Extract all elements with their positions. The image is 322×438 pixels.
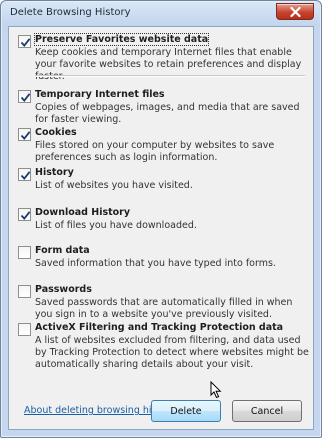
history-checkbox[interactable] (18, 168, 31, 181)
delete-button-label: Delete (170, 405, 202, 417)
separator (35, 75, 305, 77)
checkmark-icon (20, 38, 31, 47)
cancel-button-label: Cancel (250, 405, 284, 417)
activex-filtering-label[interactable]: ActiveX Filtering and Tracking Protectio… (35, 322, 283, 333)
checkmark-icon (20, 211, 31, 220)
form-data-label[interactable]: Form data (35, 245, 90, 256)
preserve-favorites-checkbox[interactable] (18, 35, 31, 48)
title-bar: Delete Browsing History (2, 2, 320, 26)
download-history-description: List of files you have downloaded. (35, 220, 197, 231)
form-data-checkbox[interactable] (18, 246, 31, 259)
temporary-internet-files-description: Copies of webpages, images, and media th… (35, 102, 300, 125)
mouse-pointer-icon (210, 380, 223, 402)
dialog-title: Delete Browsing History (10, 7, 131, 18)
activex-filtering-description: A list of websites excluded from filteri… (35, 335, 309, 370)
download-history-label[interactable]: Download History (35, 207, 130, 218)
checkmark-icon (20, 131, 31, 140)
checkmark-icon (20, 93, 31, 102)
checkmark-icon (20, 171, 31, 180)
cancel-button[interactable]: Cancel (232, 400, 302, 422)
form-data-description: Saved information that you have typed in… (35, 258, 276, 269)
temporary-internet-files-label[interactable]: Temporary Internet files (35, 89, 165, 100)
preserve-favorites-label[interactable]: Preserve Favorites website data (33, 33, 210, 46)
close-icon (289, 6, 301, 17)
temporary-internet-files-checkbox[interactable] (18, 90, 31, 103)
passwords-checkbox[interactable] (18, 285, 31, 298)
download-history-checkbox[interactable] (18, 208, 31, 221)
passwords-description: Saved passwords that are automatically f… (35, 297, 293, 320)
preserve-favorites-description: Keep cookies and temporary Internet file… (35, 47, 302, 82)
history-label[interactable]: History (35, 167, 74, 178)
cookies-label[interactable]: Cookies (35, 127, 77, 138)
dialog-body: Preserve Favorites website data Keep coo… (8, 26, 314, 430)
delete-button[interactable]: Delete (151, 400, 221, 422)
close-button[interactable] (276, 3, 314, 20)
activex-filtering-checkbox[interactable] (18, 323, 31, 336)
history-description: List of websites you have visited. (35, 180, 193, 191)
cookies-description: Files stored on your computer by website… (35, 140, 275, 163)
passwords-label[interactable]: Passwords (35, 284, 92, 295)
cookies-checkbox[interactable] (18, 128, 31, 141)
